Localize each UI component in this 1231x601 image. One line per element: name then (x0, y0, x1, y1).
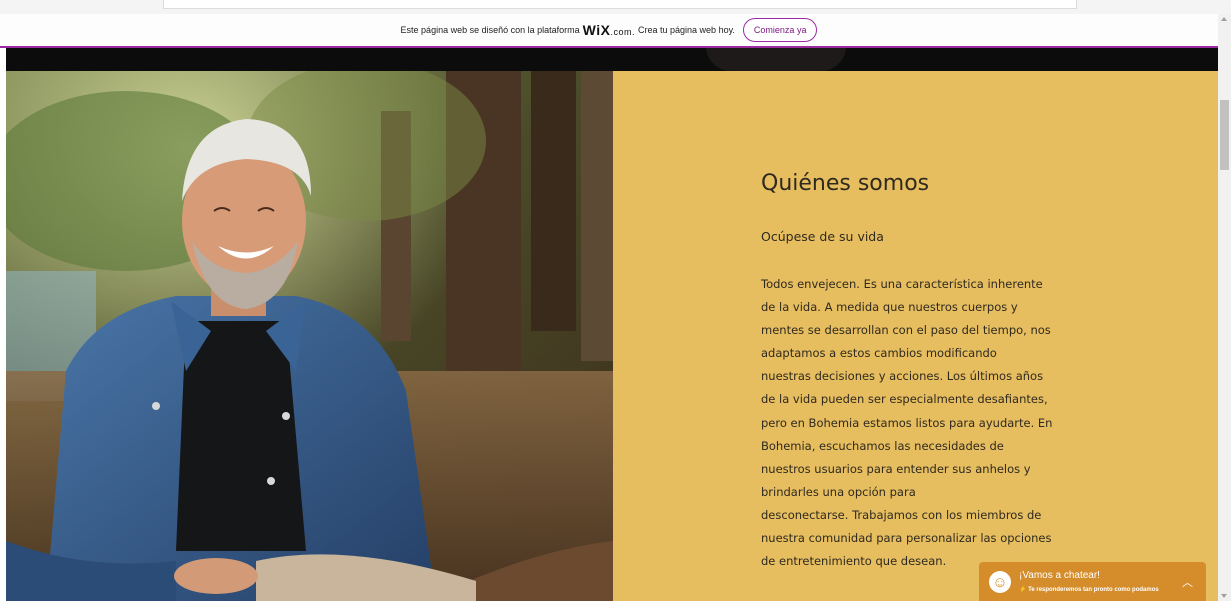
wix-promo-banner: Este página web se diseñó con la platafo… (0, 14, 1218, 48)
body-line: de la vida pueden ser especialmente desa… (761, 392, 1048, 407)
senior-man-photo (6, 71, 613, 601)
chat-subtitle: Te responderemos tan pronto como podamos (1028, 587, 1159, 593)
top-input-box (163, 0, 1077, 9)
comienza-ya-button[interactable]: Comienza ya (742, 18, 818, 42)
chevron-up-icon[interactable]: ︿ (1182, 574, 1193, 590)
body-line: adaptamos a estos cambios modificando (761, 346, 997, 361)
body-line: de la vida. A medida que nuestros cuerpo… (761, 300, 1018, 315)
smiley-icon: ☺ (989, 571, 1011, 593)
scroll-down-icon[interactable] (1221, 594, 1227, 598)
section-title: Quiénes somos (761, 171, 930, 196)
body-line: brindarles una opción para (761, 484, 916, 499)
banner-text: Este página web se diseñó con la platafo… (400, 25, 580, 35)
wix-logo[interactable]: WiX.com. (583, 22, 635, 38)
scrollbar-thumb[interactable] (1220, 100, 1229, 170)
banner-text-after: Crea tu página web hoy. (638, 25, 735, 35)
chat-widget[interactable]: ☺ ¡Vamos a chatear! ⚡ Te responderemos t… (979, 562, 1206, 601)
lightning-icon: ⚡ (1019, 587, 1027, 593)
body-line: Bohemia, escuchamos las necesidades de (761, 438, 1004, 453)
about-section: Quiénes somos Ocúpese de su vida Todos e… (613, 71, 1218, 601)
body-line: pero en Bohemia estamos listos para ayud… (761, 415, 1053, 430)
header-strip (6, 46, 1218, 71)
chat-title: ¡Vamos a chatear! (1019, 570, 1100, 581)
body-line: desconectarse. Trabajamos con los miembr… (761, 507, 1042, 522)
body-line: nuestra comunidad para personalizar las … (761, 531, 1052, 546)
section-body: Todos envejecen. Es una característica i… (761, 273, 1081, 573)
body-line: mentes se desarrollan con el paso del ti… (761, 323, 1051, 338)
section-subtitle: Ocúpese de su vida (761, 229, 884, 244)
body-line: nuestras decisiones y acciones. Los últi… (761, 369, 1044, 384)
top-strip (0, 0, 1231, 14)
body-line: Todos envejecen. Es una característica i… (761, 277, 1043, 291)
scroll-up-icon[interactable] (1221, 17, 1227, 21)
page-scrollbar[interactable] (1218, 14, 1231, 601)
body-line: nuestros usuarios para entender sus anhe… (761, 461, 1031, 476)
